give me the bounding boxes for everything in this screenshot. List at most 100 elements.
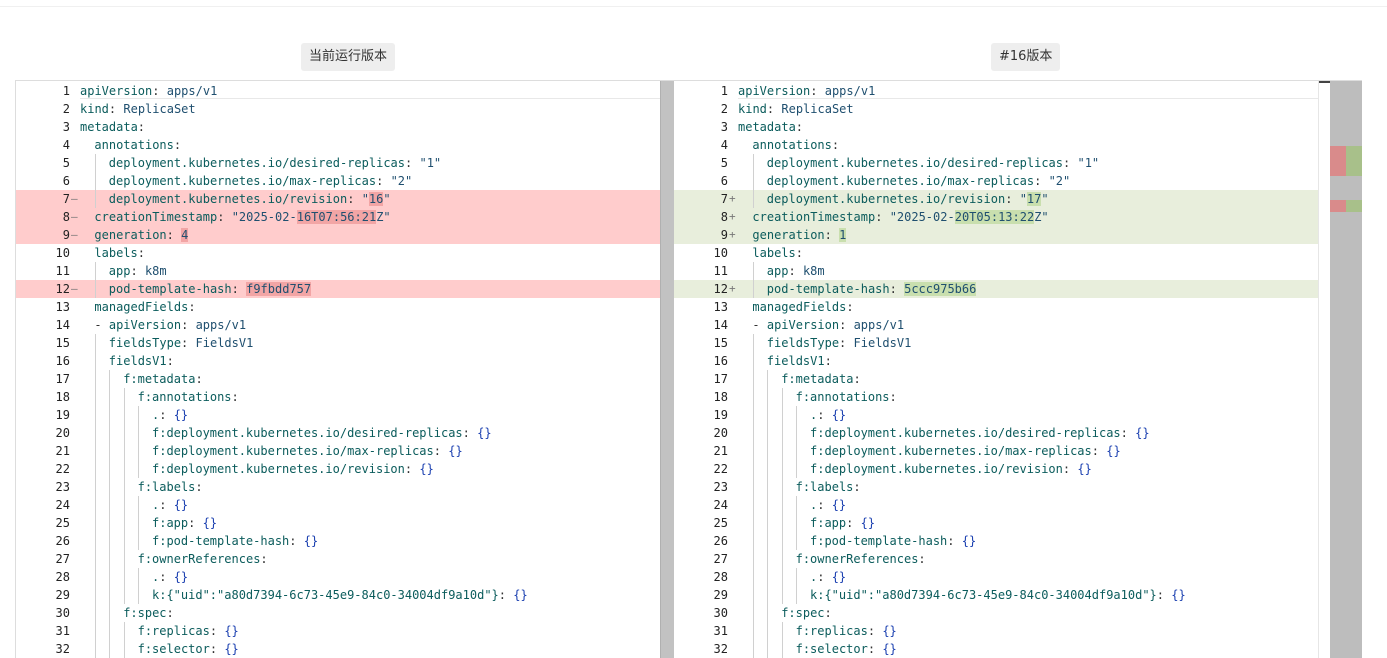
code-line[interactable]: 27 f:ownerReferences: — [674, 550, 1318, 568]
yaml-key: labels — [94, 246, 138, 260]
yaml-colon: : — [824, 606, 832, 620]
code-line[interactable]: 16 fieldsV1: — [16, 352, 660, 370]
indent-guide — [752, 532, 754, 550]
yaml-key: f:deployment.kubernetes.io/desired-repli… — [152, 426, 463, 440]
modified-pane-scrollbar[interactable] — [1318, 81, 1331, 658]
code-line[interactable]: 17 f:metadata: — [16, 370, 660, 388]
code-line[interactable]: 12 + pod-template-hash: 5ccc975b66 — [674, 280, 1318, 298]
code-line[interactable]: 12— pod-template-hash: f9fbdd757 — [16, 280, 660, 298]
line-number: 6 — [720, 174, 728, 188]
code-line[interactable]: 14 - apiVersion: apps/v1 — [674, 316, 1318, 334]
yaml-key: metadata — [738, 120, 796, 134]
code-line[interactable]: 27 f:ownerReferences: — [16, 550, 660, 568]
code-line[interactable]: 22 f:deployment.kubernetes.io/revision: {… — [16, 460, 660, 478]
code-line[interactable]: 6 deployment.kubernetes.io/max-replicas: … — [16, 172, 660, 190]
code-line[interactable]: 2 kind: ReplicaSet — [674, 100, 1318, 118]
code-line[interactable]: 20 f:deployment.kubernetes.io/desired-rep… — [16, 424, 660, 442]
deleted-marker: — — [71, 192, 78, 205]
code-line[interactable]: 23 f:labels: — [674, 478, 1318, 496]
code-line[interactable]: 15 fieldsType: FieldsV1 — [674, 334, 1318, 352]
code-line[interactable]: 5 deployment.kubernetes.io/desired-replic… — [674, 154, 1318, 172]
yaml-colon: : — [289, 534, 297, 548]
code-line[interactable]: 3 metadata: — [674, 118, 1318, 136]
code-line[interactable]: 10 labels: — [16, 244, 660, 262]
code-line[interactable]: 30 f:spec: — [16, 604, 660, 622]
code-line[interactable]: 14 - apiVersion: apps/v1 — [16, 316, 660, 334]
code-line[interactable]: 31 f:replicas: {} — [16, 622, 660, 640]
code-line[interactable]: 18 f:annotations: — [16, 388, 660, 406]
yaml-key: f:labels — [137, 480, 196, 494]
diff-overview-ruler[interactable] — [1330, 81, 1362, 658]
line-number: 14 — [55, 318, 70, 332]
code-line[interactable]: 13 managedFields: — [16, 298, 660, 316]
code-line[interactable]: 25 f:app: {} — [674, 514, 1318, 532]
code-line[interactable]: 26 f:pod-template-hash: {} — [674, 532, 1318, 550]
yaml-key: apiVersion — [766, 318, 840, 332]
code-line[interactable]: 20 f:deployment.kubernetes.io/desired-rep… — [674, 424, 1318, 442]
code-line[interactable]: 16 fieldsV1: — [674, 352, 1318, 370]
code-line[interactable]: 3 metadata: — [16, 118, 660, 136]
code-line[interactable]: 21 f:deployment.kubernetes.io/max-replica… — [16, 442, 660, 460]
code-line[interactable]: 5 deployment.kubernetes.io/desired-replic… — [16, 154, 660, 172]
code-line[interactable]: 11 app: k8m — [674, 262, 1318, 280]
code-line[interactable]: 19 .: {} — [16, 406, 660, 424]
code-line[interactable]: 6 deployment.kubernetes.io/max-replicas: … — [674, 172, 1318, 190]
yaml-key: f:app — [810, 516, 847, 530]
indent-guide — [752, 442, 754, 460]
code-line[interactable]: 23 f:labels: — [16, 478, 660, 496]
original-pane-scrollbar[interactable] — [660, 81, 674, 658]
code-line[interactable]: 32 f:selector: {} — [16, 640, 660, 658]
code-line[interactable]: 11 app: k8m — [16, 262, 660, 280]
code-line[interactable]: 26 f:pod-template-hash: {} — [16, 532, 660, 550]
code-line[interactable]: 32 f:selector: {} — [674, 640, 1318, 658]
code-line[interactable]: 8— creationTimestamp: "2025-02-16T07:56:2… — [16, 208, 660, 226]
code-line[interactable]: 28 .: {} — [16, 568, 660, 586]
code-line[interactable]: 24 .: {} — [16, 496, 660, 514]
yaml-value: apps/v1 — [824, 84, 876, 98]
line-number: 26 — [55, 534, 70, 548]
code-line[interactable]: 29 k:{"uid":"a80d7394-6c73-45e9-84c0-3400… — [674, 586, 1318, 604]
code-text: deployment.kubernetes.io/max-replicas: "… — [109, 172, 412, 190]
line-number: 8 — [720, 210, 728, 224]
code-line[interactable]: 21 f:deployment.kubernetes.io/max-replica… — [674, 442, 1318, 460]
code-line[interactable]: 2 kind: ReplicaSet — [16, 100, 660, 118]
code-line[interactable]: 25 f:app: {} — [16, 514, 660, 532]
code-line[interactable]: 13 managedFields: — [674, 298, 1318, 316]
code-text: fieldsType: FieldsV1 — [109, 334, 254, 352]
modified-pane[interactable]: 1 apiVersion: apps/v1 2 kind: ReplicaSet 3 me… — [674, 81, 1318, 658]
yaml-colon: : — [130, 264, 138, 278]
code-text: metadata: — [738, 118, 803, 136]
code-text: deployment.kubernetes.io/revision: "17" — [767, 190, 1049, 208]
indent-guide — [109, 424, 111, 442]
code-line[interactable]: 7— deployment.kubernetes.io/revision: "16… — [16, 190, 660, 208]
code-line[interactable]: 18 f:annotations: — [674, 388, 1318, 406]
yaml-space — [853, 516, 860, 530]
yaml-colon: : — [166, 606, 174, 620]
code-line[interactable]: 4 annotations: — [16, 136, 660, 154]
code-line[interactable]: 29 k:{"uid":"a80d7394-6c73-45e9-84c0-3400… — [16, 586, 660, 604]
indent-guide — [752, 172, 754, 190]
original-pane[interactable]: 1 apiVersion: apps/v1 2 kind: ReplicaSet 3 me… — [16, 81, 660, 658]
code-line[interactable]: 4 annotations: — [674, 136, 1318, 154]
indent-guide — [781, 640, 783, 658]
code-line[interactable]: 22 f:deployment.kubernetes.io/revision: {… — [674, 460, 1318, 478]
line-number: 4 — [720, 138, 728, 152]
code-line[interactable]: 28 .: {} — [674, 568, 1318, 586]
indent-guide — [767, 532, 769, 550]
code-line[interactable]: 10 labels: — [674, 244, 1318, 262]
code-line[interactable]: 15 fieldsType: FieldsV1 — [16, 334, 660, 352]
indent-guide — [123, 406, 125, 424]
inserted-marker: + — [729, 282, 736, 295]
yaml-colon: : — [173, 138, 182, 152]
code-line[interactable]: 30 f:spec: — [674, 604, 1318, 622]
diff-editor[interactable]: 1 apiVersion: apps/v1 2 kind: ReplicaSet 3 me… — [15, 80, 1362, 658]
code-line[interactable]: 19 .: {} — [674, 406, 1318, 424]
code-line[interactable]: 7 + deployment.kubernetes.io/revision: "17… — [674, 190, 1318, 208]
code-line[interactable]: 17 f:metadata: — [674, 370, 1318, 388]
code-line[interactable]: 24 .: {} — [674, 496, 1318, 514]
code-line[interactable]: 9— generation: 4 — [16, 226, 660, 244]
code-line[interactable]: 8 + creationTimestamp: "2025-02-20T05:13:2… — [674, 208, 1318, 226]
code-line[interactable]: 31 f:replicas: {} — [674, 622, 1318, 640]
line-number: 22 — [55, 462, 70, 476]
code-line[interactable]: 9 + generation: 1 — [674, 226, 1318, 244]
